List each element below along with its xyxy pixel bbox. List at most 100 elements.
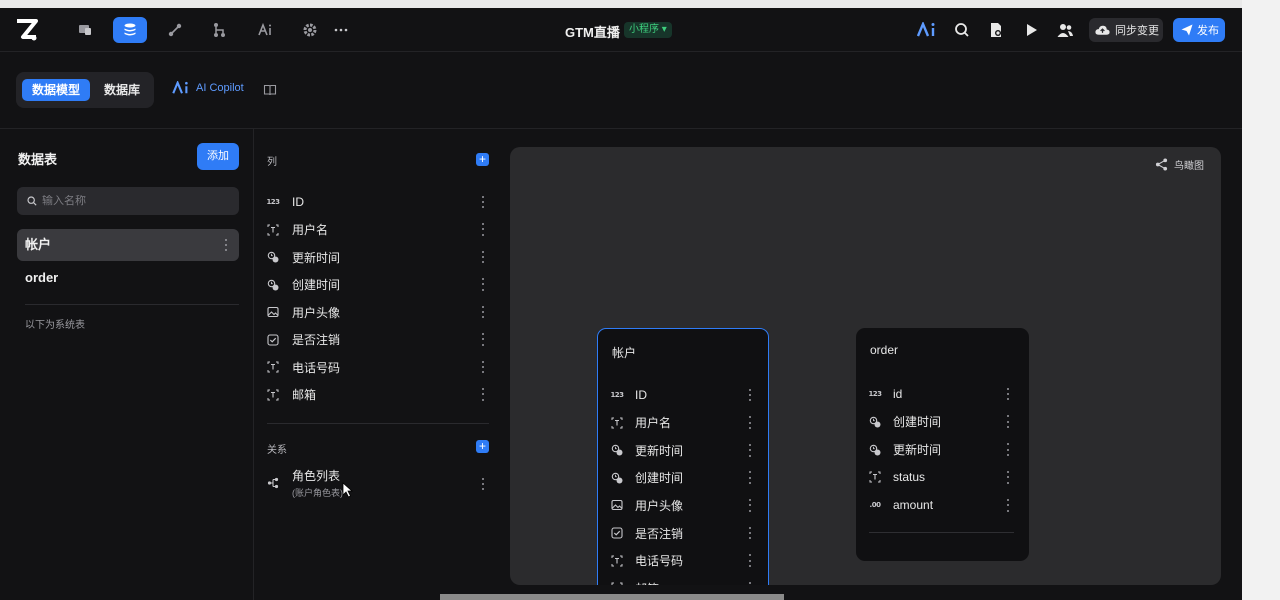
column-row[interactable]: 邮箱 <box>267 385 491 405</box>
branch-icon[interactable] <box>202 17 236 43</box>
entity-field-row[interactable]: 电话号码 <box>611 552 757 570</box>
more-vertical-icon[interactable] <box>221 237 231 253</box>
more-vertical-icon[interactable] <box>1003 497 1013 513</box>
more-vertical-icon[interactable] <box>1003 386 1013 402</box>
more-icon[interactable] <box>324 17 358 43</box>
search-icon[interactable] <box>952 20 972 40</box>
entity-card-order[interactable]: order 123 id 创建时间更新时间 status .00 amount <box>856 328 1029 561</box>
more-vertical-icon[interactable] <box>478 194 488 210</box>
settings-icon[interactable] <box>293 17 327 43</box>
entity-field-row[interactable]: 创建时间 <box>611 469 757 487</box>
publish-button[interactable]: 发布 <box>1173 18 1225 42</box>
entity-card-account[interactable]: 帐户 123 ID 用户名更新时间创建时间用户头像是否注销电话号码邮箱 <box>597 328 769 585</box>
column-row[interactable]: 123 ID <box>266 192 491 212</box>
entity-field-row[interactable]: 邮箱 <box>611 579 757 585</box>
relation-subtitle: (账户角色表) <box>292 488 343 498</box>
columns-section-label: 列 <box>267 157 277 168</box>
book-icon[interactable] <box>263 83 277 97</box>
table-list-item-account[interactable]: 帐户 <box>17 229 239 261</box>
checkbox-icon <box>267 333 279 346</box>
more-vertical-icon[interactable] <box>478 387 488 403</box>
birdseye-view-button[interactable]: 鸟瞰图 <box>1155 157 1204 172</box>
more-vertical-icon[interactable] <box>1003 414 1013 430</box>
entity-field-row[interactable]: 123 ID <box>610 386 757 404</box>
columns-divider <box>267 423 489 424</box>
more-vertical-icon[interactable] <box>1003 469 1013 485</box>
relation-icon <box>267 477 279 489</box>
more-vertical-icon[interactable] <box>745 470 755 486</box>
app-logo-icon[interactable] <box>14 17 40 43</box>
text-icon <box>267 224 279 236</box>
more-vertical-icon[interactable] <box>745 497 755 513</box>
entity-field-name: 用户名 <box>635 416 672 431</box>
text-icon <box>267 389 279 401</box>
app-window: GTM直播 小程序 ▾ 同步变更 发布 数据模型 数据库 AI Copilot … <box>0 8 1242 600</box>
add-table-button[interactable]: 添加 <box>197 143 239 170</box>
platform-badge[interactable]: 小程序 ▾ <box>624 22 672 38</box>
table-list-item-order[interactable]: order <box>17 262 239 294</box>
workflow-icon[interactable] <box>158 17 192 43</box>
column-row[interactable]: 创建时间 <box>267 275 491 295</box>
users-icon[interactable] <box>1055 20 1075 40</box>
entity-field-row[interactable]: status <box>869 468 1015 486</box>
send-icon <box>1181 24 1193 36</box>
sync-changes-button[interactable]: 同步变更 <box>1089 18 1163 42</box>
document-icon[interactable] <box>986 20 1006 40</box>
column-name: 电话号码 <box>292 360 341 375</box>
entity-field-name: id <box>893 387 903 401</box>
more-vertical-icon[interactable] <box>745 553 755 569</box>
table-search-input[interactable] <box>42 195 222 207</box>
entity-title: order <box>870 343 899 357</box>
entity-field-row[interactable]: 更新时间 <box>869 441 1015 459</box>
pages-icon[interactable] <box>68 17 102 43</box>
entity-field-row[interactable]: 更新时间 <box>611 441 757 459</box>
more-vertical-icon[interactable] <box>478 476 488 492</box>
more-vertical-icon[interactable] <box>478 249 488 265</box>
column-row[interactable]: 是否注销 <box>267 330 491 350</box>
entity-field-name: 是否注销 <box>635 526 684 541</box>
more-vertical-icon[interactable] <box>745 415 755 431</box>
tab-data-model[interactable]: 数据模型 <box>22 79 91 101</box>
number-icon: 123 <box>868 390 882 398</box>
text-icon <box>611 555 623 567</box>
more-vertical-icon[interactable] <box>745 580 755 585</box>
more-vertical-icon[interactable] <box>745 387 755 403</box>
entity-field-row[interactable]: 用户名 <box>611 414 757 432</box>
more-vertical-icon[interactable] <box>745 442 755 458</box>
relation-item[interactable]: 角色列表 (账户角色表) <box>267 467 491 501</box>
column-name: 邮箱 <box>292 388 317 402</box>
project-title[interactable]: GTM直播 <box>565 22 620 41</box>
er-diagram-canvas[interactable]: 鸟瞰图 帐户 123ID用户名更新时间创建时间用户头像是否注销电话号码邮箱 or… <box>510 147 1221 585</box>
sync-changes-label: 同步变更 <box>1115 25 1159 37</box>
entity-field-row[interactable]: 123 id <box>868 385 1015 403</box>
ai-logo-icon[interactable] <box>916 20 940 40</box>
entity-field-row[interactable]: 用户头像 <box>611 496 757 514</box>
play-icon[interactable] <box>1021 20 1041 40</box>
table-list-divider <box>25 304 239 305</box>
database-icon[interactable] <box>113 17 147 43</box>
entity-field-row[interactable]: .00 amount <box>869 496 1015 514</box>
add-column-button[interactable]: + <box>476 153 489 166</box>
ai-copilot-button[interactable]: AI Copilot <box>172 81 244 95</box>
entity-field-name: amount <box>893 498 934 513</box>
birdseye-label: 鸟瞰图 <box>1174 161 1204 172</box>
ai-icon[interactable] <box>248 17 282 43</box>
ai-copilot-icon <box>172 81 188 94</box>
add-relation-button[interactable]: + <box>476 440 489 453</box>
column-row[interactable]: 电话号码 <box>267 357 491 377</box>
checkbox-icon <box>611 527 623 539</box>
entity-field-row[interactable]: 创建时间 <box>869 413 1015 431</box>
more-vertical-icon[interactable] <box>478 332 488 348</box>
more-vertical-icon[interactable] <box>478 277 488 293</box>
entity-field-row[interactable]: 是否注销 <box>611 524 757 542</box>
column-row[interactable]: 更新时间 <box>267 247 491 267</box>
more-vertical-icon[interactable] <box>478 222 488 238</box>
column-row[interactable]: 用户头像 <box>267 302 491 322</box>
more-vertical-icon[interactable] <box>478 359 488 375</box>
more-vertical-icon[interactable] <box>1003 442 1013 458</box>
relation-name: 角色列表 <box>292 469 341 483</box>
more-vertical-icon[interactable] <box>745 525 755 541</box>
column-row[interactable]: 用户名 <box>267 220 491 240</box>
tab-database[interactable]: 数据库 <box>94 79 150 101</box>
more-vertical-icon[interactable] <box>478 304 488 320</box>
